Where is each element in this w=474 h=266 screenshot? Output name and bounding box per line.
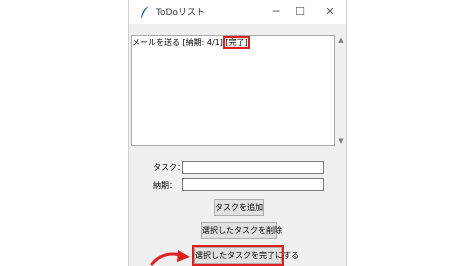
delete-task-button[interactable]: 選択したタスクを削除 — [201, 222, 282, 239]
due-date-label: 納期： — [153, 181, 177, 190]
list-item[interactable]: メールを送る [納期: 4/1] [完了] — [132, 36, 250, 49]
minimize-button[interactable]: ─ — [267, 3, 285, 21]
close-button[interactable]: ✕ — [321, 3, 339, 21]
listbox-scrollbar[interactable]: ▲ ▼ — [336, 35, 346, 146]
scroll-down-arrow-icon[interactable]: ▼ — [336, 136, 346, 146]
task-input[interactable] — [182, 161, 324, 174]
add-task-button[interactable]: タスクを追加 — [214, 199, 264, 216]
task-text: メールを送る [納期: 4/1] — [132, 38, 226, 47]
task-listbox[interactable]: メールを送る [納期: 4/1] [完了] — [131, 35, 335, 146]
scroll-up-arrow-icon[interactable]: ▲ — [336, 35, 346, 45]
title-bar[interactable]: ToDoリスト ─ ☐ ✕ — [129, 0, 346, 24]
task-label: タスク： — [153, 163, 185, 172]
todo-window: ToDoリスト ─ ☐ ✕ メールを送る [納期: 4/1] [完了] ▲ ▼ … — [128, 0, 347, 266]
feather-icon — [141, 6, 149, 18]
due-date-input[interactable] — [182, 178, 324, 191]
completed-status-badge: [完了] — [223, 36, 250, 49]
maximize-button[interactable]: ☐ — [291, 3, 309, 21]
window-title: ToDoリスト — [156, 8, 205, 18]
complete-task-button[interactable]: 選択したタスクを完了にする — [192, 245, 299, 266]
pointer-arrow-icon — [150, 250, 190, 266]
